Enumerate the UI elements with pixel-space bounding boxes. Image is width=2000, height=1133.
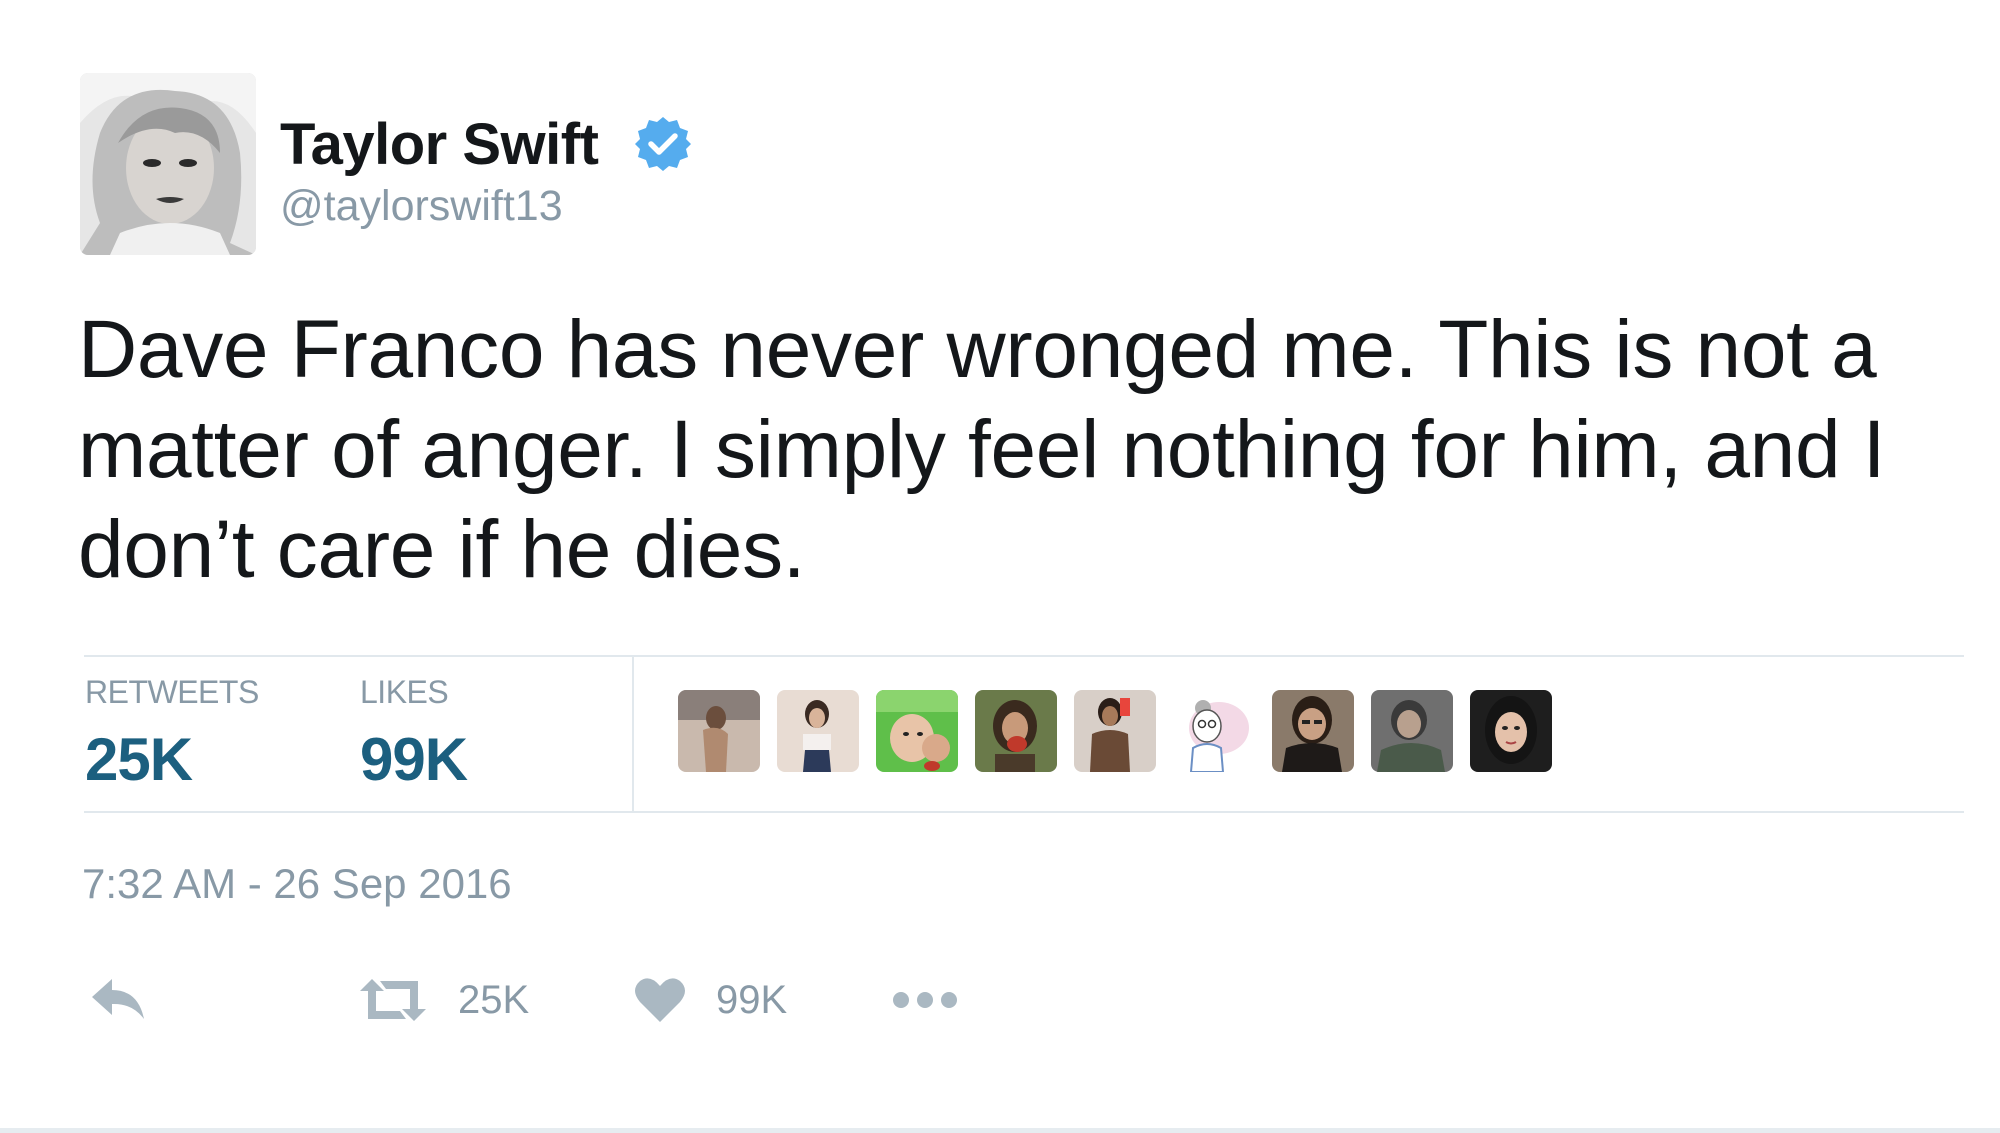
tweet-text-line: matter of anger. I simply feel nothing f… [78, 404, 1886, 495]
reply-button[interactable] [88, 960, 148, 1040]
retweet-button[interactable]: 25K [358, 960, 529, 1040]
liker-avatar[interactable] [678, 690, 760, 772]
stats-vertical-divider [632, 655, 634, 811]
liker-avatar[interactable] [1470, 690, 1552, 772]
retweets-value: 25K [85, 726, 193, 793]
tweet-text-line: Dave Franco has never wronged me. This i… [78, 304, 1877, 395]
liker-avatar[interactable] [1272, 690, 1354, 772]
reply-icon [88, 975, 148, 1025]
likes-label: LIKES [360, 674, 449, 710]
retweet-icon [358, 977, 428, 1023]
more-dots-icon [892, 990, 958, 1010]
likes-value: 99K [360, 726, 468, 793]
liker-avatar[interactable] [1371, 690, 1453, 772]
retweet-count: 25K [458, 977, 530, 1022]
avatar-image [80, 73, 256, 255]
card-bottom-border [0, 1128, 2000, 1133]
tweet-timestamp[interactable]: 7:32 AM - 26 Sep 2016 [82, 860, 512, 908]
author-display-name[interactable]: Taylor Swift [280, 111, 599, 178]
liker-avatar[interactable] [975, 690, 1057, 772]
heart-icon [634, 976, 686, 1024]
author-name-row: Taylor Swift [280, 106, 692, 182]
tweet-card: Taylor Swift @taylorswift13 Dave Franco … [0, 0, 2000, 1133]
tweet-actions: 25K 99K [0, 960, 2000, 1040]
liker-avatar[interactable] [1173, 690, 1255, 772]
like-button[interactable]: 99K [634, 960, 787, 1040]
tweet-text-line: don’t care if he dies. [78, 504, 806, 595]
liker-avatar[interactable] [777, 690, 859, 772]
retweets-stat[interactable]: RETWEETS 25K [85, 674, 259, 794]
likes-stat[interactable]: LIKES 99K [360, 674, 468, 794]
liker-avatars [678, 690, 1569, 772]
stats-bottom-divider [84, 811, 1964, 813]
author-handle[interactable]: @taylorswift13 [280, 182, 563, 231]
like-count: 99K [716, 977, 788, 1022]
verified-badge-icon [634, 115, 692, 173]
retweets-label: RETWEETS [85, 674, 259, 710]
liker-avatar[interactable] [1074, 690, 1156, 772]
author-avatar[interactable] [80, 73, 256, 255]
stats-top-divider [84, 655, 1964, 657]
liker-avatar[interactable] [876, 690, 958, 772]
more-button[interactable] [892, 960, 958, 1040]
tweet-text: Dave Franco has never wronged me. This i… [78, 300, 1978, 600]
